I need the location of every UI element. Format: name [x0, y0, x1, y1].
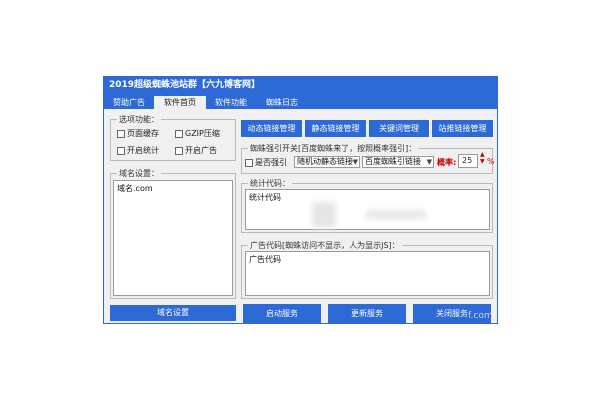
checkbox-box: [175, 129, 183, 138]
open-stats-label: 开启统计: [127, 146, 159, 155]
spinner-arrows-icon[interactable]: ▲ ▼: [480, 151, 485, 165]
domain-textarea[interactable]: 域名.com: [113, 180, 233, 296]
probability-input[interactable]: 25: [458, 154, 478, 168]
stats-group: 统计代码： 统计代码: [241, 178, 493, 233]
spider-link-value: 百度蜘蛛引链接: [365, 157, 421, 166]
gzip-label: GZIP压缩: [185, 129, 220, 138]
domain-label: 域名设置：: [117, 168, 161, 179]
checkbox-box: [117, 146, 125, 155]
open-ads-label: 开启广告: [185, 146, 217, 155]
spider-label: 蜘蛛强引开关[百度蜘蛛来了，按照概率强引]：: [248, 143, 419, 154]
force-label: 是否强引: [255, 158, 287, 167]
static-link-button[interactable]: 静态链接管理: [305, 120, 366, 137]
tab-software-home[interactable]: 软件首页: [154, 96, 206, 109]
watermark-blur: [312, 202, 336, 228]
domain-group: 域名设置： 域名.com: [110, 168, 236, 299]
page-cache-label: 页面缓存: [127, 129, 159, 138]
domain-settings-button[interactable]: 域名设置: [110, 305, 236, 321]
tab-software-features[interactable]: 软件功能: [208, 96, 254, 109]
chevron-down-icon: ▼: [426, 158, 432, 166]
checkbox-box: [117, 129, 125, 138]
tab-spider-log[interactable]: 蜘蛛日志: [256, 96, 308, 109]
spider-group: 蜘蛛强引开关[百度蜘蛛来了，按照概率强引]： 是否强引 随机动静态链接 ▼ 百度…: [241, 143, 495, 174]
checkbox-box: [175, 146, 183, 155]
chevron-down-icon: ▼: [352, 158, 358, 166]
app-window: 2019超级蜘蛛池站群【六九博客网】 赞助广告 软件首页 软件功能 蜘蛛日志 选…: [103, 76, 498, 324]
link-type-select[interactable]: 随机动静态链接 ▼: [294, 156, 360, 168]
ads-textarea[interactable]: 广告代码: [245, 251, 490, 296]
gzip-checkbox[interactable]: GZIP压缩: [175, 128, 220, 139]
force-checkbox[interactable]: 是否强引: [245, 157, 287, 168]
dynamic-link-button[interactable]: 动态链接管理: [241, 120, 302, 137]
start-service-button[interactable]: 启动服务: [243, 304, 321, 323]
page-cache-checkbox[interactable]: 页面缓存: [117, 128, 159, 139]
probability-label: 概率:: [437, 158, 457, 167]
watermark-blur: [366, 210, 426, 219]
open-stats-checkbox[interactable]: 开启统计: [117, 145, 159, 156]
probability-unit: %: [487, 157, 495, 166]
options-label: 选项功能：: [117, 114, 161, 125]
open-ads-checkbox[interactable]: 开启广告: [175, 145, 217, 156]
spider-link-select[interactable]: 百度蜘蛛引链接 ▼: [362, 156, 434, 168]
tab-bar: 赞助广告 软件首页 软件功能 蜘蛛日志: [104, 94, 497, 109]
watermark-text: f.com: [468, 311, 493, 321]
window-title: 2019超级蜘蛛池站群【六九博客网】: [104, 77, 497, 94]
push-link-button[interactable]: 站推链接管理: [432, 120, 493, 137]
update-service-button[interactable]: 更新服务: [328, 304, 406, 323]
keyword-button[interactable]: 关键词管理: [369, 120, 429, 137]
stats-label: 统计代码：: [248, 178, 292, 189]
checkbox-box: [245, 158, 253, 167]
ads-group: 广告代码[蜘蛛访问不显示，人为显示JS]： 广告代码: [241, 240, 493, 299]
tab-sponsor-ads[interactable]: 赞助广告: [106, 96, 152, 109]
link-type-value: 随机动静态链接: [297, 157, 353, 166]
options-group: 选项功能： 页面缓存 GZIP压缩 开启统计 开启广告: [110, 114, 236, 161]
ads-label: 广告代码[蜘蛛访问不显示，人为显示JS]：: [248, 240, 402, 251]
